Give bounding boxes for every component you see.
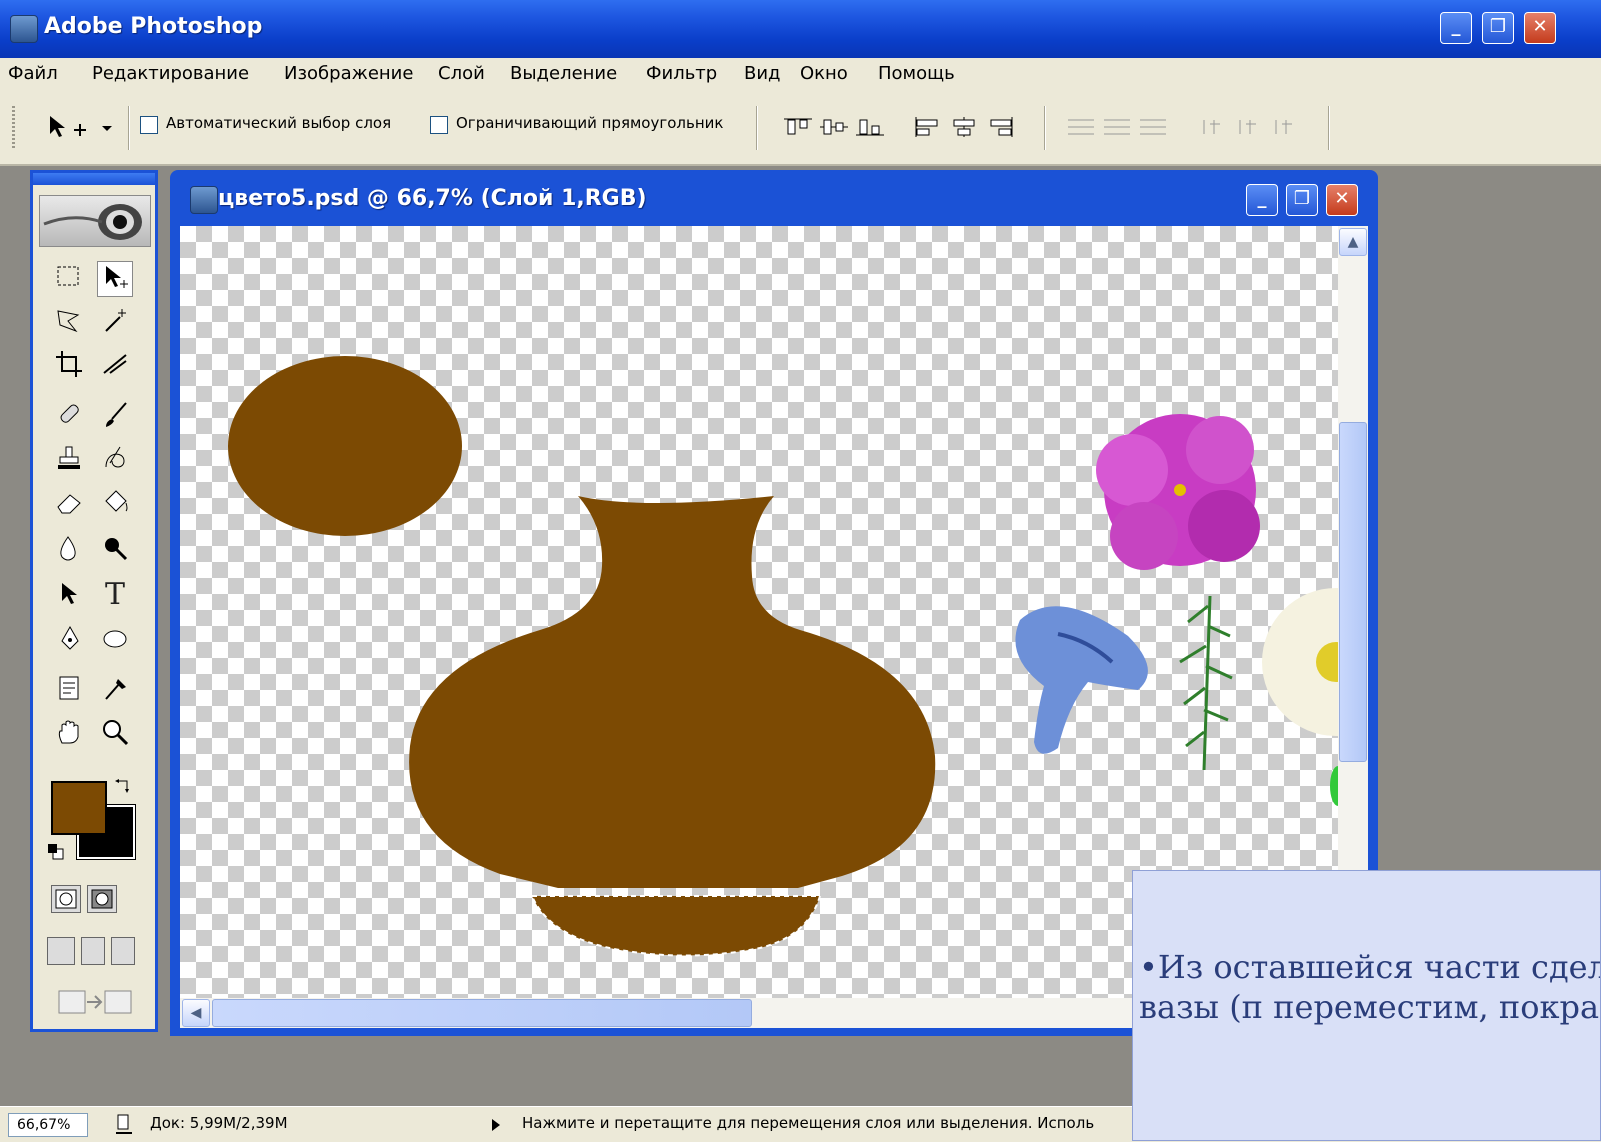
hand-icon[interactable] bbox=[51, 717, 87, 753]
distribute-horizontal-icon bbox=[1203, 120, 1292, 134]
document-title: цвето5.psd @ 66,7% (Слой 1,RGB) bbox=[218, 186, 647, 211]
marquee-icon[interactable] bbox=[51, 261, 87, 297]
menu-select[interactable]: Выделение bbox=[510, 63, 617, 84]
pen-icon[interactable] bbox=[51, 623, 87, 659]
distribute-vertical-icon bbox=[1068, 119, 1166, 135]
dodge-icon[interactable] bbox=[97, 533, 133, 569]
doc-minimize-button[interactable]: _ bbox=[1246, 184, 1278, 216]
document-info-icon[interactable] bbox=[114, 1113, 134, 1135]
pink-flower-image bbox=[1096, 414, 1260, 570]
blur-icon[interactable] bbox=[51, 533, 87, 569]
daisy-flower-image bbox=[1262, 588, 1338, 736]
menu-filter[interactable]: Фильтр bbox=[646, 63, 717, 84]
jump-to-imageready-icon[interactable] bbox=[55, 985, 135, 1019]
options-separator bbox=[1328, 106, 1330, 150]
doc-maximize-button[interactable]: ❐ bbox=[1286, 184, 1318, 216]
toolbox-title-bar[interactable] bbox=[33, 173, 155, 185]
eye-logo-icon bbox=[43, 204, 142, 240]
menu-window[interactable]: Окно bbox=[800, 63, 848, 84]
healing-brush-icon[interactable] bbox=[51, 399, 87, 435]
menu-layer[interactable]: Слой bbox=[438, 63, 485, 84]
path-select-icon[interactable] bbox=[51, 579, 87, 615]
menu-file[interactable]: Файл bbox=[8, 63, 58, 84]
app-title: Adobe Photoshop bbox=[44, 14, 263, 39]
vertical-scroll-thumb[interactable] bbox=[1339, 422, 1367, 762]
align-right-icon[interactable] bbox=[984, 116, 1016, 138]
restore-button[interactable]: ❐ bbox=[1482, 12, 1514, 44]
swap-colors-icon[interactable] bbox=[115, 777, 133, 795]
document-icon bbox=[190, 186, 218, 214]
green-leaf-image bbox=[1330, 766, 1338, 806]
close-button[interactable]: ✕ bbox=[1524, 12, 1556, 44]
crop-icon[interactable] bbox=[51, 349, 87, 385]
status-hint-text: Нажмите и перетащите для перемещения сло… bbox=[522, 1114, 1095, 1132]
clone-stamp-icon[interactable] bbox=[51, 443, 87, 479]
align-vcenter-icon[interactable] bbox=[818, 116, 850, 138]
toolbox-panel: T bbox=[30, 170, 158, 1032]
menu-edit[interactable]: Редактирование bbox=[92, 63, 249, 84]
align-left-icon[interactable] bbox=[912, 116, 944, 138]
default-colors-icon[interactable] bbox=[47, 843, 65, 861]
minimize-button[interactable]: _ bbox=[1440, 12, 1472, 44]
eraser-icon[interactable] bbox=[51, 487, 87, 523]
ellipse-shape-icon[interactable] bbox=[97, 623, 133, 659]
scroll-up-icon[interactable]: ▲ bbox=[1339, 228, 1367, 256]
lasso-icon[interactable] bbox=[51, 305, 87, 341]
foreground-color-swatch[interactable] bbox=[51, 781, 107, 835]
auto-select-layer-checkbox[interactable] bbox=[140, 116, 158, 134]
menu-view[interactable]: Вид bbox=[744, 63, 781, 84]
magic-wand-icon[interactable] bbox=[97, 305, 133, 341]
screen-mode-full-icon[interactable] bbox=[111, 937, 135, 965]
bounding-box-checkbox[interactable] bbox=[430, 116, 448, 134]
screen-mode-full-menu-icon[interactable] bbox=[81, 937, 105, 965]
menu-image[interactable]: Изображение bbox=[284, 63, 413, 84]
zoom-level-field[interactable]: 66,67% bbox=[8, 1113, 88, 1137]
vase-body-shape bbox=[409, 496, 936, 888]
align-hcenter-icon[interactable] bbox=[948, 116, 980, 138]
green-sprig-image bbox=[1179, 595, 1233, 771]
standard-mode-icon[interactable] bbox=[51, 885, 81, 913]
align-top-icon[interactable] bbox=[782, 116, 814, 138]
blue-flower-image bbox=[1015, 606, 1148, 754]
doc-close-button[interactable]: ✕ bbox=[1326, 184, 1358, 216]
caption-box: •Из оставшейся части сделаем низ вазы (п… bbox=[1132, 870, 1601, 1141]
menu-bar: Файл Редактирование Изображение Слой Выд… bbox=[0, 58, 1601, 93]
options-separator bbox=[1044, 106, 1046, 150]
eyedropper-icon[interactable] bbox=[97, 673, 133, 709]
slice-icon[interactable] bbox=[97, 349, 133, 385]
brush-icon[interactable] bbox=[97, 399, 133, 435]
photoshop-app-icon bbox=[10, 15, 38, 43]
history-brush-icon[interactable] bbox=[97, 443, 133, 479]
doc-size-info: Док: 5,99M/2,39M bbox=[150, 1114, 288, 1132]
move-tool-preset-icon[interactable] bbox=[44, 112, 118, 142]
horizontal-scroll-thumb[interactable] bbox=[212, 999, 752, 1027]
options-separator bbox=[128, 106, 130, 150]
options-separator bbox=[756, 106, 758, 150]
zoom-icon[interactable] bbox=[97, 717, 133, 753]
vase-base-selection bbox=[530, 895, 822, 957]
type-icon[interactable]: T bbox=[97, 577, 133, 613]
app-title-bar: Adobe Photoshop _ ❐ ✕ bbox=[0, 0, 1601, 58]
paint-bucket-icon[interactable] bbox=[97, 487, 133, 523]
bounding-box-label: Ограничивающий прямоугольник bbox=[456, 114, 724, 132]
options-bar: Автоматический выбор слоя Ограничивающий… bbox=[0, 92, 1601, 166]
menu-help[interactable]: Помощь bbox=[878, 63, 955, 84]
status-arrow-icon[interactable] bbox=[490, 1117, 502, 1133]
auto-select-layer-label: Автоматический выбор слоя bbox=[166, 114, 392, 132]
scroll-left-icon[interactable]: ◀ bbox=[182, 999, 210, 1027]
move-icon[interactable] bbox=[97, 261, 133, 297]
align-bottom-icon[interactable] bbox=[854, 116, 886, 138]
photoshop-eye-logo[interactable] bbox=[39, 195, 151, 247]
notes-icon[interactable] bbox=[51, 673, 87, 709]
caption-text: •Из оставшейся части сделаем низ вазы (п… bbox=[1139, 948, 1600, 1026]
screen-mode-standard-icon[interactable] bbox=[47, 937, 75, 965]
brown-ellipse-shape bbox=[228, 356, 462, 536]
quick-mask-mode-icon[interactable] bbox=[87, 885, 117, 913]
toolbar-grip[interactable] bbox=[12, 106, 15, 150]
